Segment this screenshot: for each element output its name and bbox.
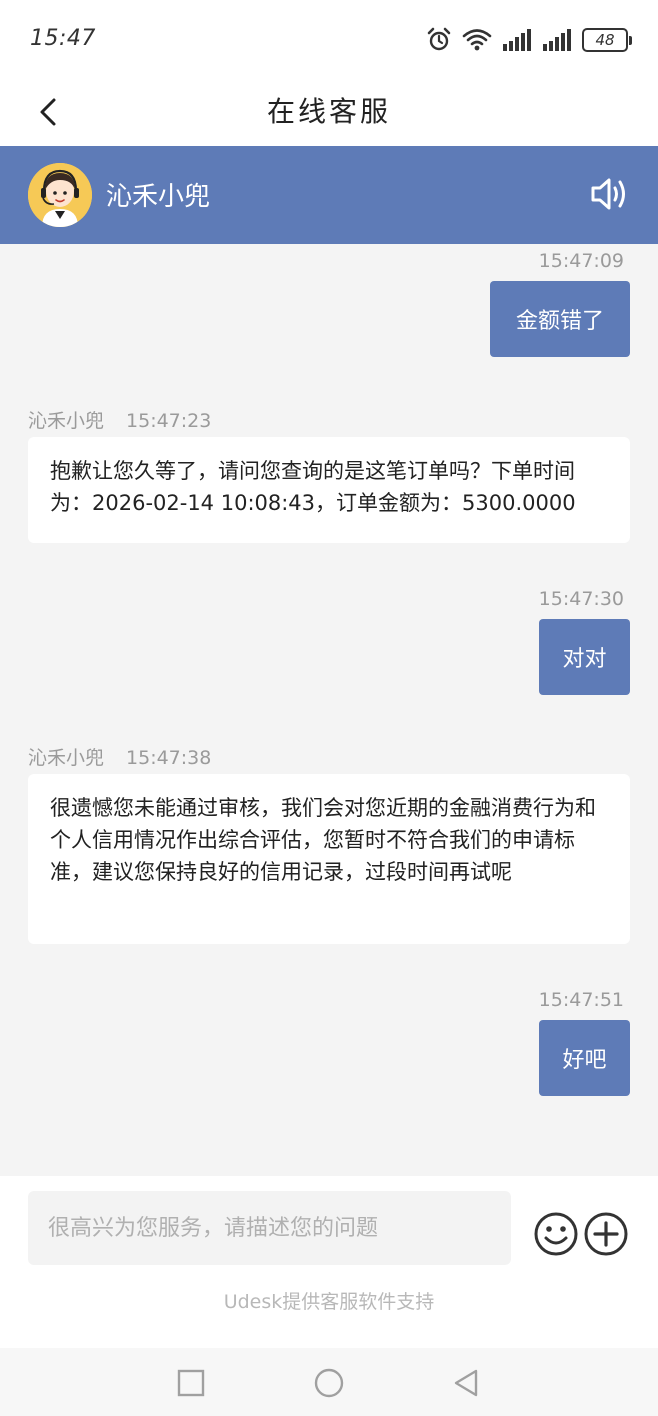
- sender-name: 沁禾小兜: [28, 747, 105, 769]
- speaker-toggle[interactable]: [590, 176, 630, 212]
- wifi-icon: [462, 29, 492, 51]
- plus-circle-icon: [584, 1212, 628, 1256]
- more-button[interactable]: [583, 1211, 629, 1257]
- home-button[interactable]: [313, 1367, 345, 1399]
- chat-area[interactable]: 15:47:09 金额错了 沁禾小兜 15:47:23 抱歉让您久等了，请问您查询…: [0, 244, 658, 1176]
- received-message-bubble[interactable]: 很遗憾您未能通过审核，我们会对您近期的金融消费行为和个人信用情况作出综合评估，您…: [28, 774, 630, 944]
- message-text: 对对: [562, 647, 607, 672]
- message-text: 很遗憾您未能通过审核，我们会对您近期的金融消费行为和个人信用情况作出综合评估，您…: [50, 796, 596, 884]
- message-text: 好吧: [562, 1048, 607, 1073]
- circle-icon: [314, 1368, 344, 1398]
- message-timestamp: 15:47:09: [538, 250, 624, 272]
- signal-icon: [543, 29, 571, 51]
- page-title: 在线客服: [266, 95, 391, 128]
- message-text: 金额错了: [515, 309, 604, 334]
- status-icons: 48: [426, 22, 632, 58]
- sender-name: 沁禾小兜: [28, 410, 105, 432]
- received-message-bubble[interactable]: 抱歉让您久等了，请问您查询的是这笔订单吗？下单时间为：2026-02-14 10…: [28, 437, 630, 543]
- alarm-icon: [427, 27, 451, 51]
- back-nav-button[interactable]: [450, 1367, 482, 1399]
- message-input[interactable]: [28, 1191, 511, 1265]
- message-meta: 沁禾小兜 15:47:23: [28, 406, 211, 433]
- message-meta: 沁禾小兜 15:47:38: [28, 743, 211, 770]
- smiley-icon: [534, 1212, 578, 1256]
- message-timestamp: 15:47:30: [538, 588, 624, 610]
- battery-level: 48: [595, 31, 615, 49]
- status-time: 15:47: [30, 26, 96, 51]
- status-bar: 15:47 48: [0, 0, 658, 80]
- message-timestamp: 15:47:23: [126, 410, 212, 432]
- message-timestamp: 15:47:38: [126, 747, 212, 769]
- system-nav-bar: [0, 1348, 658, 1416]
- battery-icon: 48: [582, 28, 632, 52]
- nav-bar: 在线客服: [0, 80, 658, 146]
- input-area: Udesk提供客服软件支持: [0, 1176, 658, 1348]
- recent-apps-button[interactable]: [175, 1367, 207, 1399]
- agent-avatar-icon: [28, 163, 92, 227]
- sent-message-bubble[interactable]: 对对: [539, 619, 630, 695]
- sent-message-bubble[interactable]: 金额错了: [490, 281, 630, 357]
- triangle-back-icon: [454, 1369, 478, 1397]
- emoji-button[interactable]: [533, 1211, 579, 1257]
- message-timestamp: 15:47:51: [538, 989, 624, 1011]
- square-icon: [177, 1369, 205, 1397]
- agent-name: 沁禾小兜: [106, 182, 211, 212]
- sent-message-bubble[interactable]: 好吧: [539, 1020, 630, 1096]
- powered-by-text: Udesk提供客服软件支持: [223, 1291, 435, 1313]
- signal-icon: [503, 29, 531, 51]
- speaker-icon: [591, 178, 625, 210]
- agent-header: 沁禾小兜: [0, 146, 658, 244]
- message-text: 抱歉让您久等了，请问您查询的是这笔订单吗？下单时间为：2026-02-14 10…: [50, 459, 576, 515]
